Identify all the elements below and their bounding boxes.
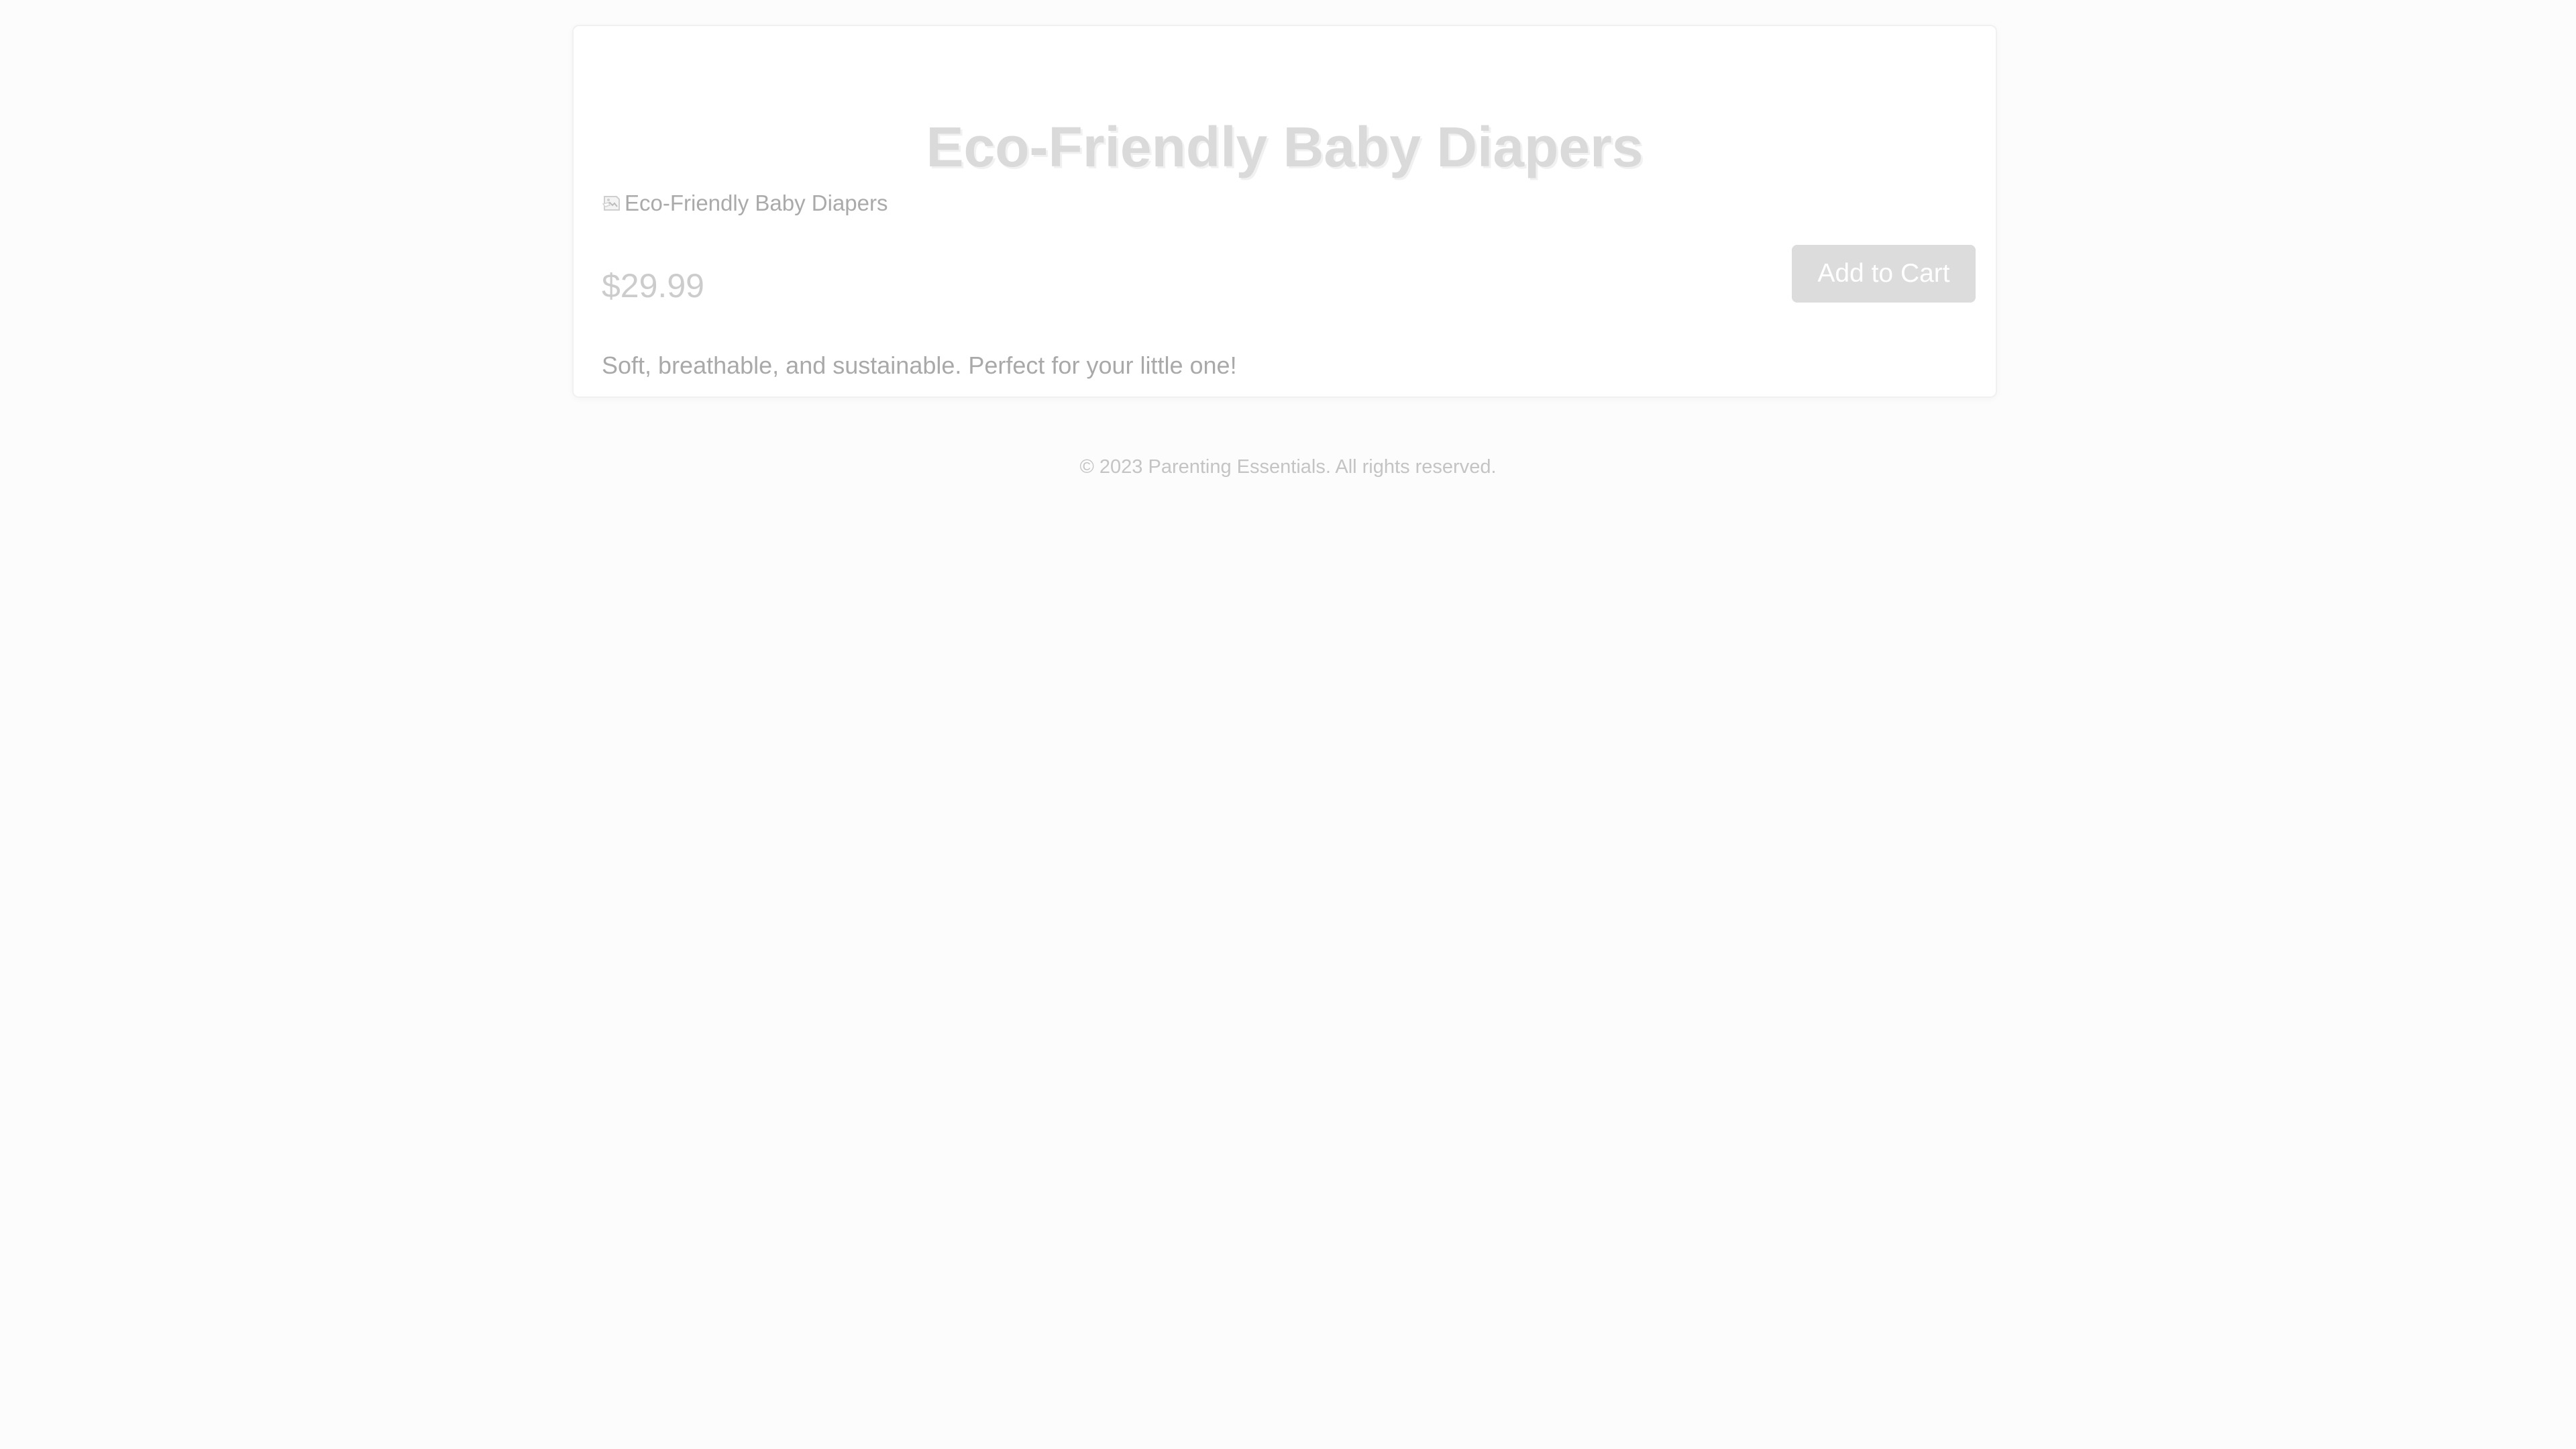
add-to-cart-button[interactable]: Add to Cart [1792,245,1976,303]
product-card: Eco-Friendly Baby Diapers Eco-Friendly B… [572,25,1997,398]
broken-image-icon [602,193,623,214]
product-description: Soft, breathable, and sustainable. Perfe… [602,352,1237,379]
footer: © 2023 Parenting Essentials. All rights … [1079,456,1497,478]
product-image-alt-text: Eco-Friendly Baby Diapers [625,191,888,215]
product-title: Eco-Friendly Baby Diapers [926,115,1644,178]
product-price: $29.99 [602,267,704,305]
product-image: Eco-Friendly Baby Diapers [602,186,888,220]
